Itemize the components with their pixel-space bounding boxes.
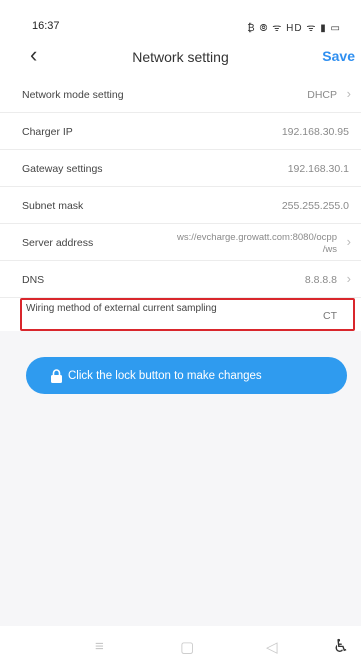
setting-row-server-address[interactable]: Server address ws://evcharge.growatt.com…: [0, 224, 361, 261]
setting-label: Subnet mask: [22, 200, 84, 212]
setting-row-charger-ip[interactable]: Charger IP 192.168.30.95: [0, 113, 361, 150]
chevron-right-icon: ›: [346, 86, 351, 101]
setting-row-wiring-method[interactable]: Wiring method of external current sampli…: [20, 298, 355, 331]
system-nav-bar: ≡ ▢ ◁ ♿: [0, 626, 361, 669]
settings-list: Network mode setting DHCP › Charger IP 1…: [0, 76, 361, 331]
setting-label: Wiring method of external current sampli…: [26, 303, 217, 314]
setting-label: Server address: [22, 237, 94, 249]
chevron-right-icon: ›: [346, 234, 351, 249]
lock-icon: [51, 369, 62, 383]
setting-label: Gateway settings: [22, 163, 103, 175]
lock-banner-text: Click the lock button to make changes: [68, 370, 262, 382]
setting-value: 192.168.30.1: [287, 163, 349, 175]
setting-value: DHCP: [307, 89, 337, 101]
setting-label: Charger IP: [22, 126, 73, 138]
home-icon[interactable]: ▢: [180, 638, 194, 656]
setting-label: Network mode setting: [22, 89, 124, 101]
back-nav-icon[interactable]: ◁: [266, 638, 278, 656]
menu-icon[interactable]: ≡: [95, 638, 104, 655]
chevron-right-icon: ›: [346, 271, 351, 286]
setting-label: DNS: [22, 274, 45, 286]
setting-row-network-mode[interactable]: Network mode setting DHCP ›: [0, 76, 361, 113]
status-bar: 16:37 ₿ ⦾ ᯤ HD ᯤ ▮ ▭: [0, 0, 361, 38]
status-time: 16:37: [32, 20, 60, 32]
setting-value: CT: [323, 310, 337, 322]
status-icons: ₿ ⦾ ᯤ HD ᯤ ▮ ▭: [247, 23, 341, 34]
setting-value: 192.168.30.95: [281, 126, 349, 138]
setting-row-gateway[interactable]: Gateway settings 192.168.30.1: [0, 150, 361, 187]
setting-row-dns[interactable]: DNS 8.8.8.8 ›: [0, 261, 361, 298]
setting-value: 255.255.255.0: [281, 200, 349, 212]
setting-value: 8.8.8.8: [304, 274, 337, 286]
nav-bar: ‹ Network setting Save: [0, 38, 361, 76]
accessibility-icon[interactable]: ♿: [333, 636, 349, 657]
setting-row-subnet-mask[interactable]: Subnet mask 255.255.255.0: [0, 187, 361, 224]
setting-value: ws://evcharge.growatt.com:8080/ocpp /ws: [147, 232, 337, 256]
lock-banner-button[interactable]: Click the lock button to make changes: [26, 357, 347, 394]
save-button[interactable]: Save: [322, 48, 355, 64]
server-address-line-1: ws://evcharge.growatt.com:8080/ocpp: [176, 232, 337, 243]
server-address-line-2: /ws: [322, 244, 337, 255]
page-title: Network setting: [132, 49, 229, 65]
